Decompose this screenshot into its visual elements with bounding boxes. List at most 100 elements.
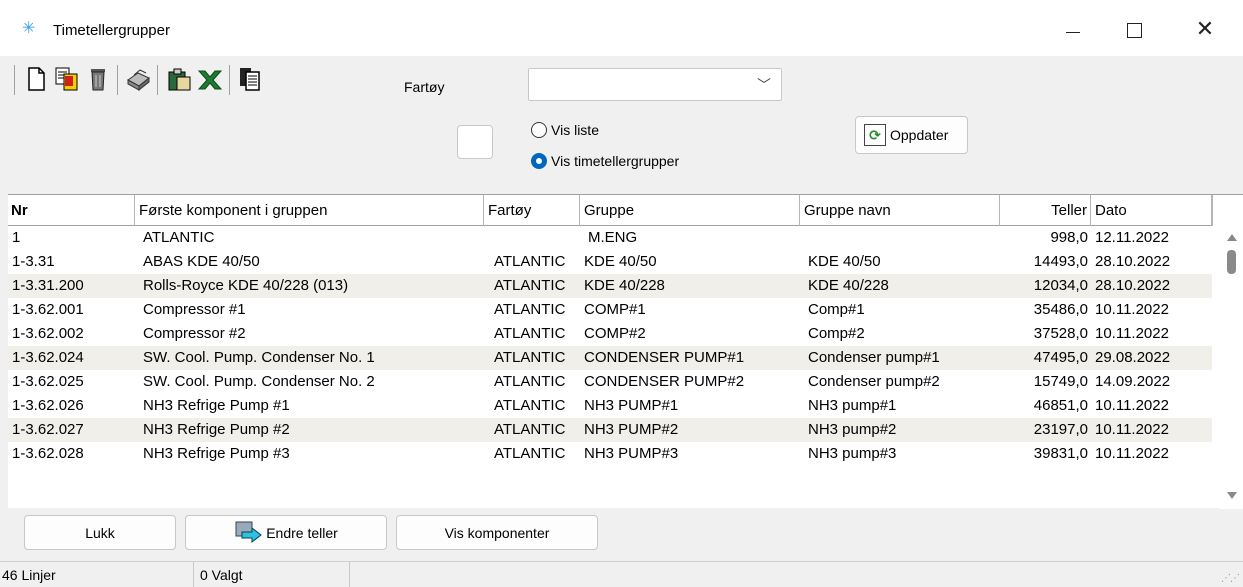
table-row[interactable]: 1-3.62.001 Compressor #1 ATLANTIC COMP#1… (8, 298, 1212, 322)
cell-teller: 47495,0 (1033, 349, 1088, 366)
close-icon: ✕ (1195, 17, 1215, 42)
cell-komponent: NH3 Refrige Pump #2 (143, 421, 290, 438)
cell-gruppe-navn: NH3 pump#1 (808, 397, 897, 414)
copy-document-icon[interactable] (52, 64, 80, 94)
cell-gruppe-navn: Condenser pump#1 (808, 349, 940, 366)
cell-gruppe-navn: Condenser pump#2 (808, 373, 940, 390)
refresh-icon: ⟳ (864, 124, 886, 146)
table-row[interactable]: 1-3.31.200 Rolls-Royce KDE 40/228 (013) … (8, 274, 1212, 298)
column-header-fartoy[interactable]: Fartøy (484, 195, 580, 226)
empty-option-box[interactable] (457, 125, 493, 159)
radio-vis-liste-label: Vis liste (551, 122, 599, 138)
window-title: Timetellergrupper (53, 22, 170, 39)
cell-teller: 998,0 (1050, 229, 1088, 246)
table-row[interactable]: 1 ATLANTIC M.ENG 998,0 12.11.2022 (8, 226, 1212, 250)
close-button[interactable]: ✕ (1175, 8, 1235, 52)
new-document-icon[interactable] (22, 64, 50, 94)
status-selected-count: 0 Valgt (198, 562, 350, 587)
cell-gruppe: CONDENSER PUMP#2 (584, 373, 745, 390)
cell-fartoy: ATLANTIC (494, 445, 566, 462)
cell-gruppe-navn: KDE 40/50 (808, 253, 881, 270)
resize-grip-icon[interactable]: ⋰⋰ (1221, 573, 1240, 584)
oppdater-label: Oppdater (890, 127, 949, 143)
cell-dato: 10.11.2022 (1095, 421, 1169, 438)
status-bar: 46 Linjer 0 Valgt ⋰⋰ (0, 561, 1243, 587)
minimize-button[interactable] (1043, 8, 1103, 52)
cell-komponent: SW. Cool. Pump. Condenser No. 2 (143, 373, 375, 390)
cell-nr: 1-3.62.028 (12, 445, 84, 462)
table-row[interactable]: 1-3.31 ABAS KDE 40/50 ATLANTIC KDE 40/50… (8, 250, 1212, 274)
cell-komponent: SW. Cool. Pump. Condenser No. 1 (143, 349, 375, 366)
column-header-teller[interactable]: Teller (1000, 195, 1091, 226)
cell-nr: 1-3.31 (12, 253, 55, 270)
cell-nr: 1-3.62.024 (12, 349, 84, 366)
table-row[interactable]: 1-3.62.027 NH3 Refrige Pump #2 ATLANTIC … (8, 418, 1212, 442)
cell-dato: 10.11.2022 (1095, 445, 1169, 462)
cell-komponent: Compressor #2 (143, 325, 246, 342)
radio-vis-timetellergrupper[interactable]: Vis timetellergrupper (531, 151, 731, 171)
cell-nr: 1-3.62.001 (12, 301, 84, 318)
cell-komponent: ABAS KDE 40/50 (143, 253, 260, 270)
cell-fartoy: ATLANTIC (494, 325, 566, 342)
fartoy-dropdown[interactable]: ﹀ (528, 68, 782, 101)
paste-clipboard-icon[interactable] (165, 64, 193, 94)
cell-nr: 1-3.62.002 (12, 325, 84, 342)
cell-gruppe: CONDENSER PUMP#1 (584, 349, 745, 366)
cell-gruppe-navn: Comp#1 (808, 301, 865, 318)
column-header-nr[interactable]: Nr (8, 195, 135, 226)
radio-circle-checked-icon (531, 153, 547, 169)
column-header-komponent[interactable]: Første komponent i gruppen (135, 195, 484, 226)
grid-body: 1 ATLANTIC M.ENG 998,0 12.11.2022 1-3.31… (8, 226, 1212, 509)
column-header-gruppe-navn[interactable]: Gruppe navn (800, 195, 1000, 226)
lukk-button[interactable]: Lukk (24, 515, 176, 550)
cell-gruppe: NH3 PUMP#1 (584, 397, 679, 414)
radio-vis-timetellergrupper-label: Vis timetellergrupper (551, 153, 680, 169)
print-icon[interactable] (124, 64, 152, 94)
cell-teller: 23197,0 (1033, 421, 1088, 438)
timeteller-grid[interactable]: Nr Første komponent i gruppen Fartøy Gru… (8, 194, 1243, 509)
title-bar: ✳ Timetellergrupper ✕ (0, 0, 1243, 56)
cell-komponent: NH3 Refrige Pump #3 (143, 445, 290, 462)
vis-komponenter-label: Vis komponenter (444, 524, 550, 541)
maximize-button[interactable] (1104, 8, 1164, 52)
table-row[interactable]: 1-3.62.002 Compressor #2 ATLANTIC COMP#2… (8, 322, 1212, 346)
scrollbar-thumb[interactable] (1227, 250, 1236, 274)
cell-teller: 37528,0 (1033, 325, 1088, 342)
cell-gruppe: COMP#2 (584, 325, 646, 342)
oppdater-button[interactable]: ⟳ Oppdater (855, 116, 968, 154)
vertical-scrollbar[interactable] (1220, 226, 1243, 509)
cell-fartoy: ATLANTIC (494, 253, 566, 270)
minimize-icon (1066, 31, 1080, 33)
table-row[interactable]: 1-3.62.028 NH3 Refrige Pump #3 ATLANTIC … (8, 442, 1212, 466)
excel-export-icon[interactable] (196, 64, 224, 94)
cell-teller: 12034,0 (1033, 277, 1088, 294)
header-corner (1212, 195, 1243, 226)
cell-teller: 15749,0 (1033, 373, 1088, 390)
cell-teller: 39831,0 (1033, 445, 1088, 462)
vis-komponenter-button[interactable]: Vis komponenter (396, 515, 598, 550)
cell-nr: 1-3.31.200 (12, 277, 84, 294)
cell-fartoy: ATLANTIC (494, 397, 566, 414)
scroll-down-arrow-icon[interactable] (1227, 492, 1237, 499)
cell-dato: 10.11.2022 (1095, 301, 1169, 318)
cell-fartoy: ATLANTIC (494, 421, 566, 438)
cell-gruppe-navn (804, 226, 1000, 250)
radio-vis-liste[interactable]: Vis liste (531, 120, 731, 140)
scroll-up-arrow-icon[interactable] (1227, 234, 1237, 241)
column-header-gruppe[interactable]: Gruppe (580, 195, 800, 226)
cell-fartoy: ATLANTIC (494, 277, 566, 294)
maximize-icon (1126, 22, 1142, 38)
column-header-dato[interactable]: Dato (1091, 195, 1212, 226)
cell-teller: 35486,0 (1033, 301, 1088, 318)
cell-fartoy: ATLANTIC (494, 349, 566, 366)
cell-nr: 1-3.62.027 (12, 421, 84, 438)
table-row[interactable]: 1-3.62.025 SW. Cool. Pump. Condenser No.… (8, 370, 1212, 394)
cell-gruppe: COMP#1 (584, 301, 646, 318)
cell-dato: 14.09.2022 (1095, 373, 1171, 390)
copy-pages-icon[interactable] (236, 64, 264, 94)
delete-trash-icon[interactable] (84, 64, 112, 94)
table-row[interactable]: 1-3.62.026 NH3 Refrige Pump #1 ATLANTIC … (8, 394, 1212, 418)
endre-teller-button[interactable]: Endre teller (185, 515, 387, 550)
table-row[interactable]: 1-3.62.024 SW. Cool. Pump. Condenser No.… (8, 346, 1212, 370)
cell-komponent: Rolls-Royce KDE 40/228 (013) (143, 277, 349, 294)
